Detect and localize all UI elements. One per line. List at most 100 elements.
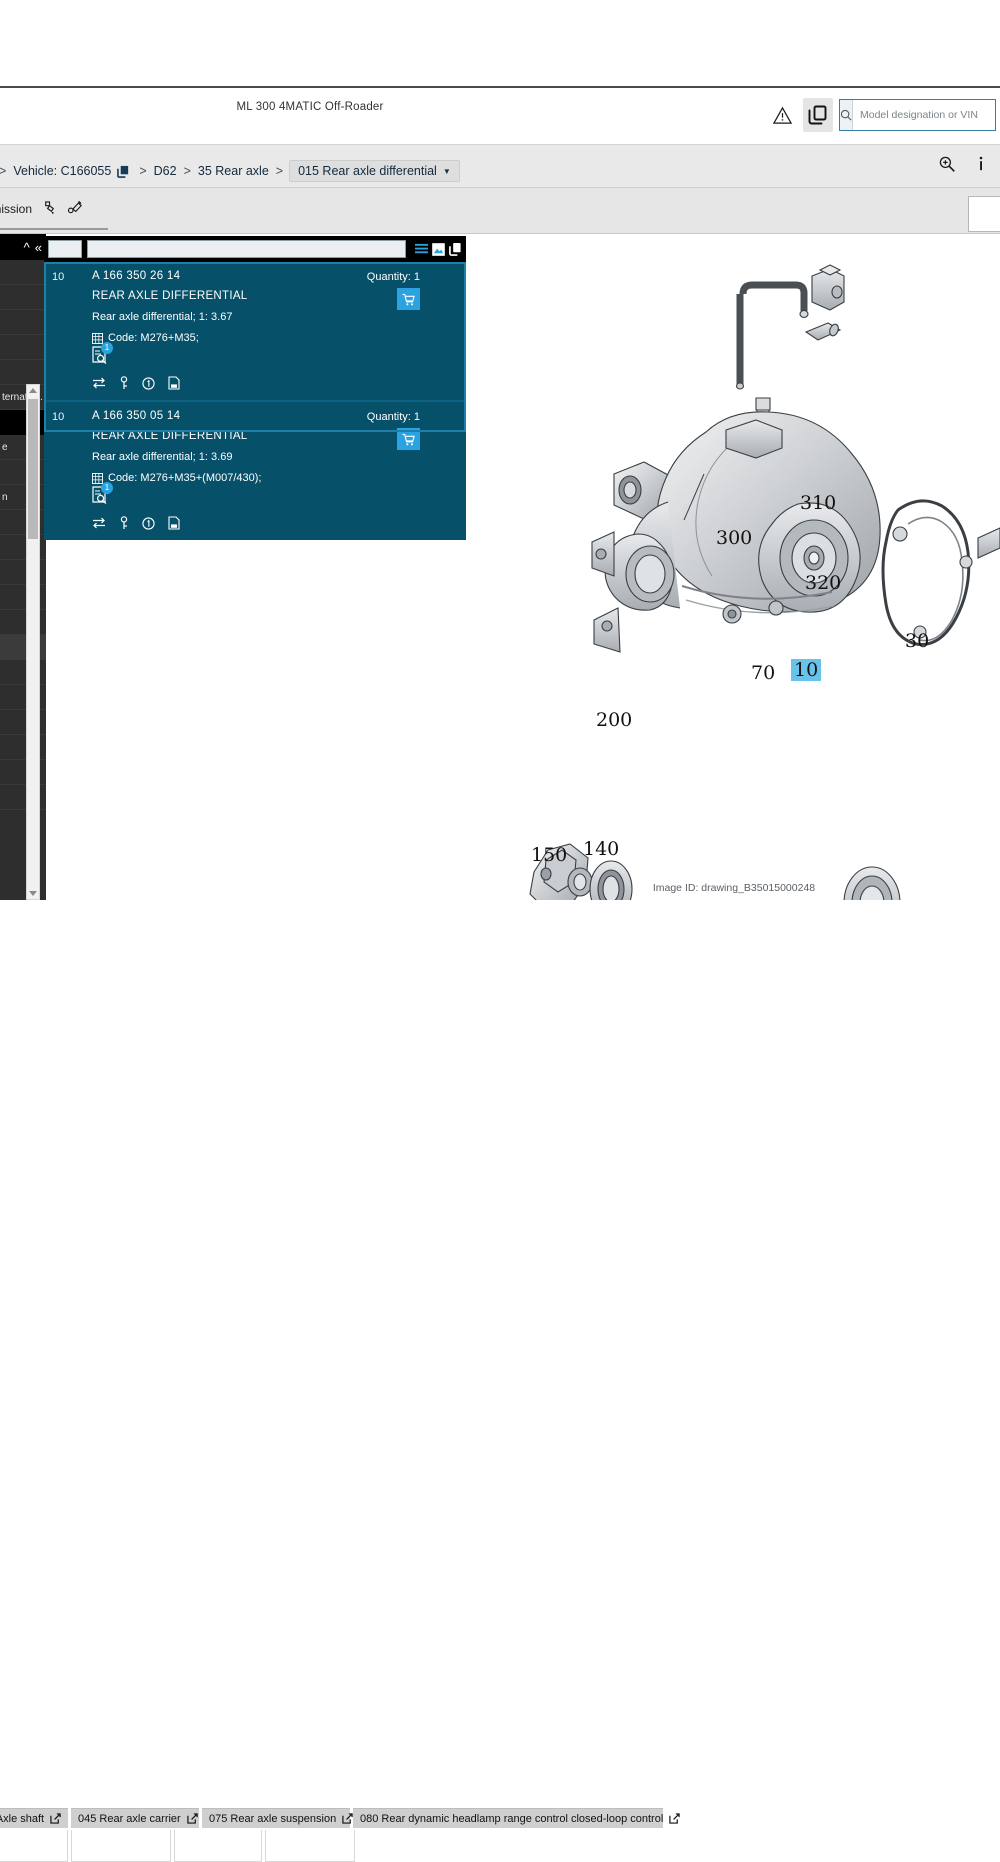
bottom-tab-slot[interactable] [71,1830,171,1862]
bottom-tab[interactable]: 045 Rear axle carrier [71,1808,199,1828]
exchange-arrows-icon[interactable] [92,517,106,529]
vin-search[interactable] [839,99,996,131]
bottom-tab-row: 030 Axle shaft 045 Rear axle carrier 075 R… [0,1808,680,1828]
exchange-arrows-icon[interactable] [92,377,106,389]
breadcrumb-separator: > [275,164,284,178]
left-nav-item[interactable] [0,285,46,310]
key-icon[interactable] [119,516,129,530]
tab-transmission-label[interactable]: ransmission [0,202,32,216]
breadcrumb-item-model[interactable]: D62 [153,164,178,178]
add-to-cart-button[interactable] [397,428,420,450]
chevron-double-left-icon[interactable]: « [35,240,42,255]
breadcrumb-separator: > [0,164,7,178]
part-code: Code: M276+M35; [108,332,199,344]
duplicate-window-icon[interactable] [803,98,833,132]
ws-document-icon[interactable] [168,376,180,390]
parts-filter-search-input[interactable] [87,240,406,258]
info-icon[interactable] [974,155,988,173]
add-to-cart-button[interactable] [397,288,420,310]
exploded-drawing-pane[interactable]: 310300320307010200150140160120100 [468,234,1000,900]
left-nav-item-label: n [2,491,8,503]
left-nav-item-label: e [2,441,8,453]
warning-triangle-icon[interactable] [767,98,797,132]
part-action-row [92,376,456,390]
copy-icon[interactable] [117,165,130,178]
tab-active-underline [0,228,108,230]
key-icon[interactable] [119,376,129,390]
diagram-callout[interactable]: 140 [583,838,619,860]
scroll-up-arrow-icon[interactable] [29,388,37,393]
breadcrumb-separator: > [183,164,191,178]
scroll-down-arrow-icon[interactable] [29,891,37,896]
search-input[interactable] [853,100,995,130]
search-icon[interactable] [840,100,853,130]
bottom-tab-slot[interactable] [174,1830,262,1862]
zoom-in-icon[interactable] [938,155,956,173]
scrollbar-thumb[interactable] [28,399,38,539]
table-grid-icon [92,332,103,344]
bottom-tab-slot[interactable] [0,1830,68,1862]
image-view-icon[interactable] [432,242,445,256]
grease-gun-icon[interactable] [67,200,84,217]
part-card[interactable]: 10 Quantity: 1A 166 350 26 14 REAR AXLE DI… [44,262,466,400]
tab-strip [0,188,1000,234]
circle-one-icon[interactable] [142,376,155,390]
diagram-callout[interactable]: 310 [800,492,836,514]
edit-external-icon[interactable] [669,1813,680,1824]
bottom-tab[interactable]: 080 Rear dynamic headlamp range control … [353,1808,680,1828]
left-nav-item[interactable] [0,335,46,360]
duplicate-icon[interactable] [449,242,462,256]
window-top-blank-area [0,0,1000,88]
breadcrumb: ader > Vehicle: C166055 > D62 > 35 Rear … [0,160,460,182]
diagram-callout[interactable]: 30 [905,630,929,652]
diagram-callout[interactable]: 200 [596,709,632,731]
part-position: 10 [52,271,65,283]
image-id-label: Image ID: drawing_B35015000248 [652,882,816,894]
oil-fill-icon[interactable] [41,200,58,217]
edit-external-icon[interactable] [342,1813,353,1824]
diagram-callout[interactable]: 70 [751,662,775,684]
breadcrumb-item-group[interactable]: 35 Rear axle [197,164,270,178]
document-search-icon[interactable]: 1 [92,342,114,368]
bottom-tab[interactable]: 075 Rear axle suspension [202,1808,353,1828]
breadcrumb-item-vehicle[interactable]: Vehicle: C166055 [12,164,112,178]
diagram-callout-selected[interactable]: 10 [791,659,822,681]
bottom-tab-label: 045 Rear axle carrier [78,1812,181,1825]
diagram-callout[interactable]: 300 [716,527,752,549]
tab-strip-input[interactable] [968,196,1000,232]
edit-external-icon[interactable] [50,1813,61,1824]
parts-filter-pos-input[interactable] [48,240,82,258]
part-action-row [92,516,456,530]
vehicle-title: ML 300 4MATIC Off-Roader [236,101,384,113]
parts-list-panel: 10 Quantity: 1A 166 350 26 14 REAR AXLE DI… [44,236,466,540]
edit-external-icon[interactable] [187,1813,198,1824]
diagram-callout[interactable]: 150 [531,844,567,866]
document-count-badge: 1 [101,482,113,494]
part-position: 10 [52,411,65,423]
breadcrumb-item-subgroup-dropdown[interactable]: 015 Rear axle differential ▼ [289,160,460,182]
document-count-badge: 1 [101,342,113,354]
left-nav-item[interactable] [0,310,46,335]
document-search-icon[interactable]: 1 [92,482,114,508]
left-nav-item[interactable] [0,260,46,285]
list-view-icon[interactable] [415,243,428,256]
bottom-tab-label: 030 Axle shaft [0,1812,45,1825]
left-nav-item[interactable] [0,360,46,385]
bottom-tab[interactable]: 030 Axle shaft [0,1808,68,1828]
breadcrumb-subgroup-label: 015 Rear axle differential [298,164,437,178]
left-nav-scrollbar[interactable] [26,384,40,900]
breadcrumb-separator: > [139,164,147,178]
chevron-up-icon[interactable]: ^ [24,240,30,255]
ws-document-icon[interactable] [168,516,180,530]
chevron-down-icon: ▼ [442,166,451,176]
bottom-tab-area: 030 Axle shaft 045 Rear axle carrier 075 R… [0,902,1000,1862]
part-card[interactable]: 10 Quantity: 1A 166 350 05 14 REAR AXLE DI… [44,400,466,540]
differential-exploded-diagram [529,264,1000,900]
bottom-tab-label: 080 Rear dynamic headlamp range control … [360,1812,664,1825]
bottom-tab-label: 075 Rear axle suspension [209,1812,337,1825]
bottom-tab-slot[interactable] [265,1830,355,1862]
tab-strip-left: ransmission [0,200,84,217]
circle-one-icon[interactable] [142,516,155,530]
diagram-callout[interactable]: 320 [805,572,841,594]
parts-list-view-icons [411,242,462,256]
